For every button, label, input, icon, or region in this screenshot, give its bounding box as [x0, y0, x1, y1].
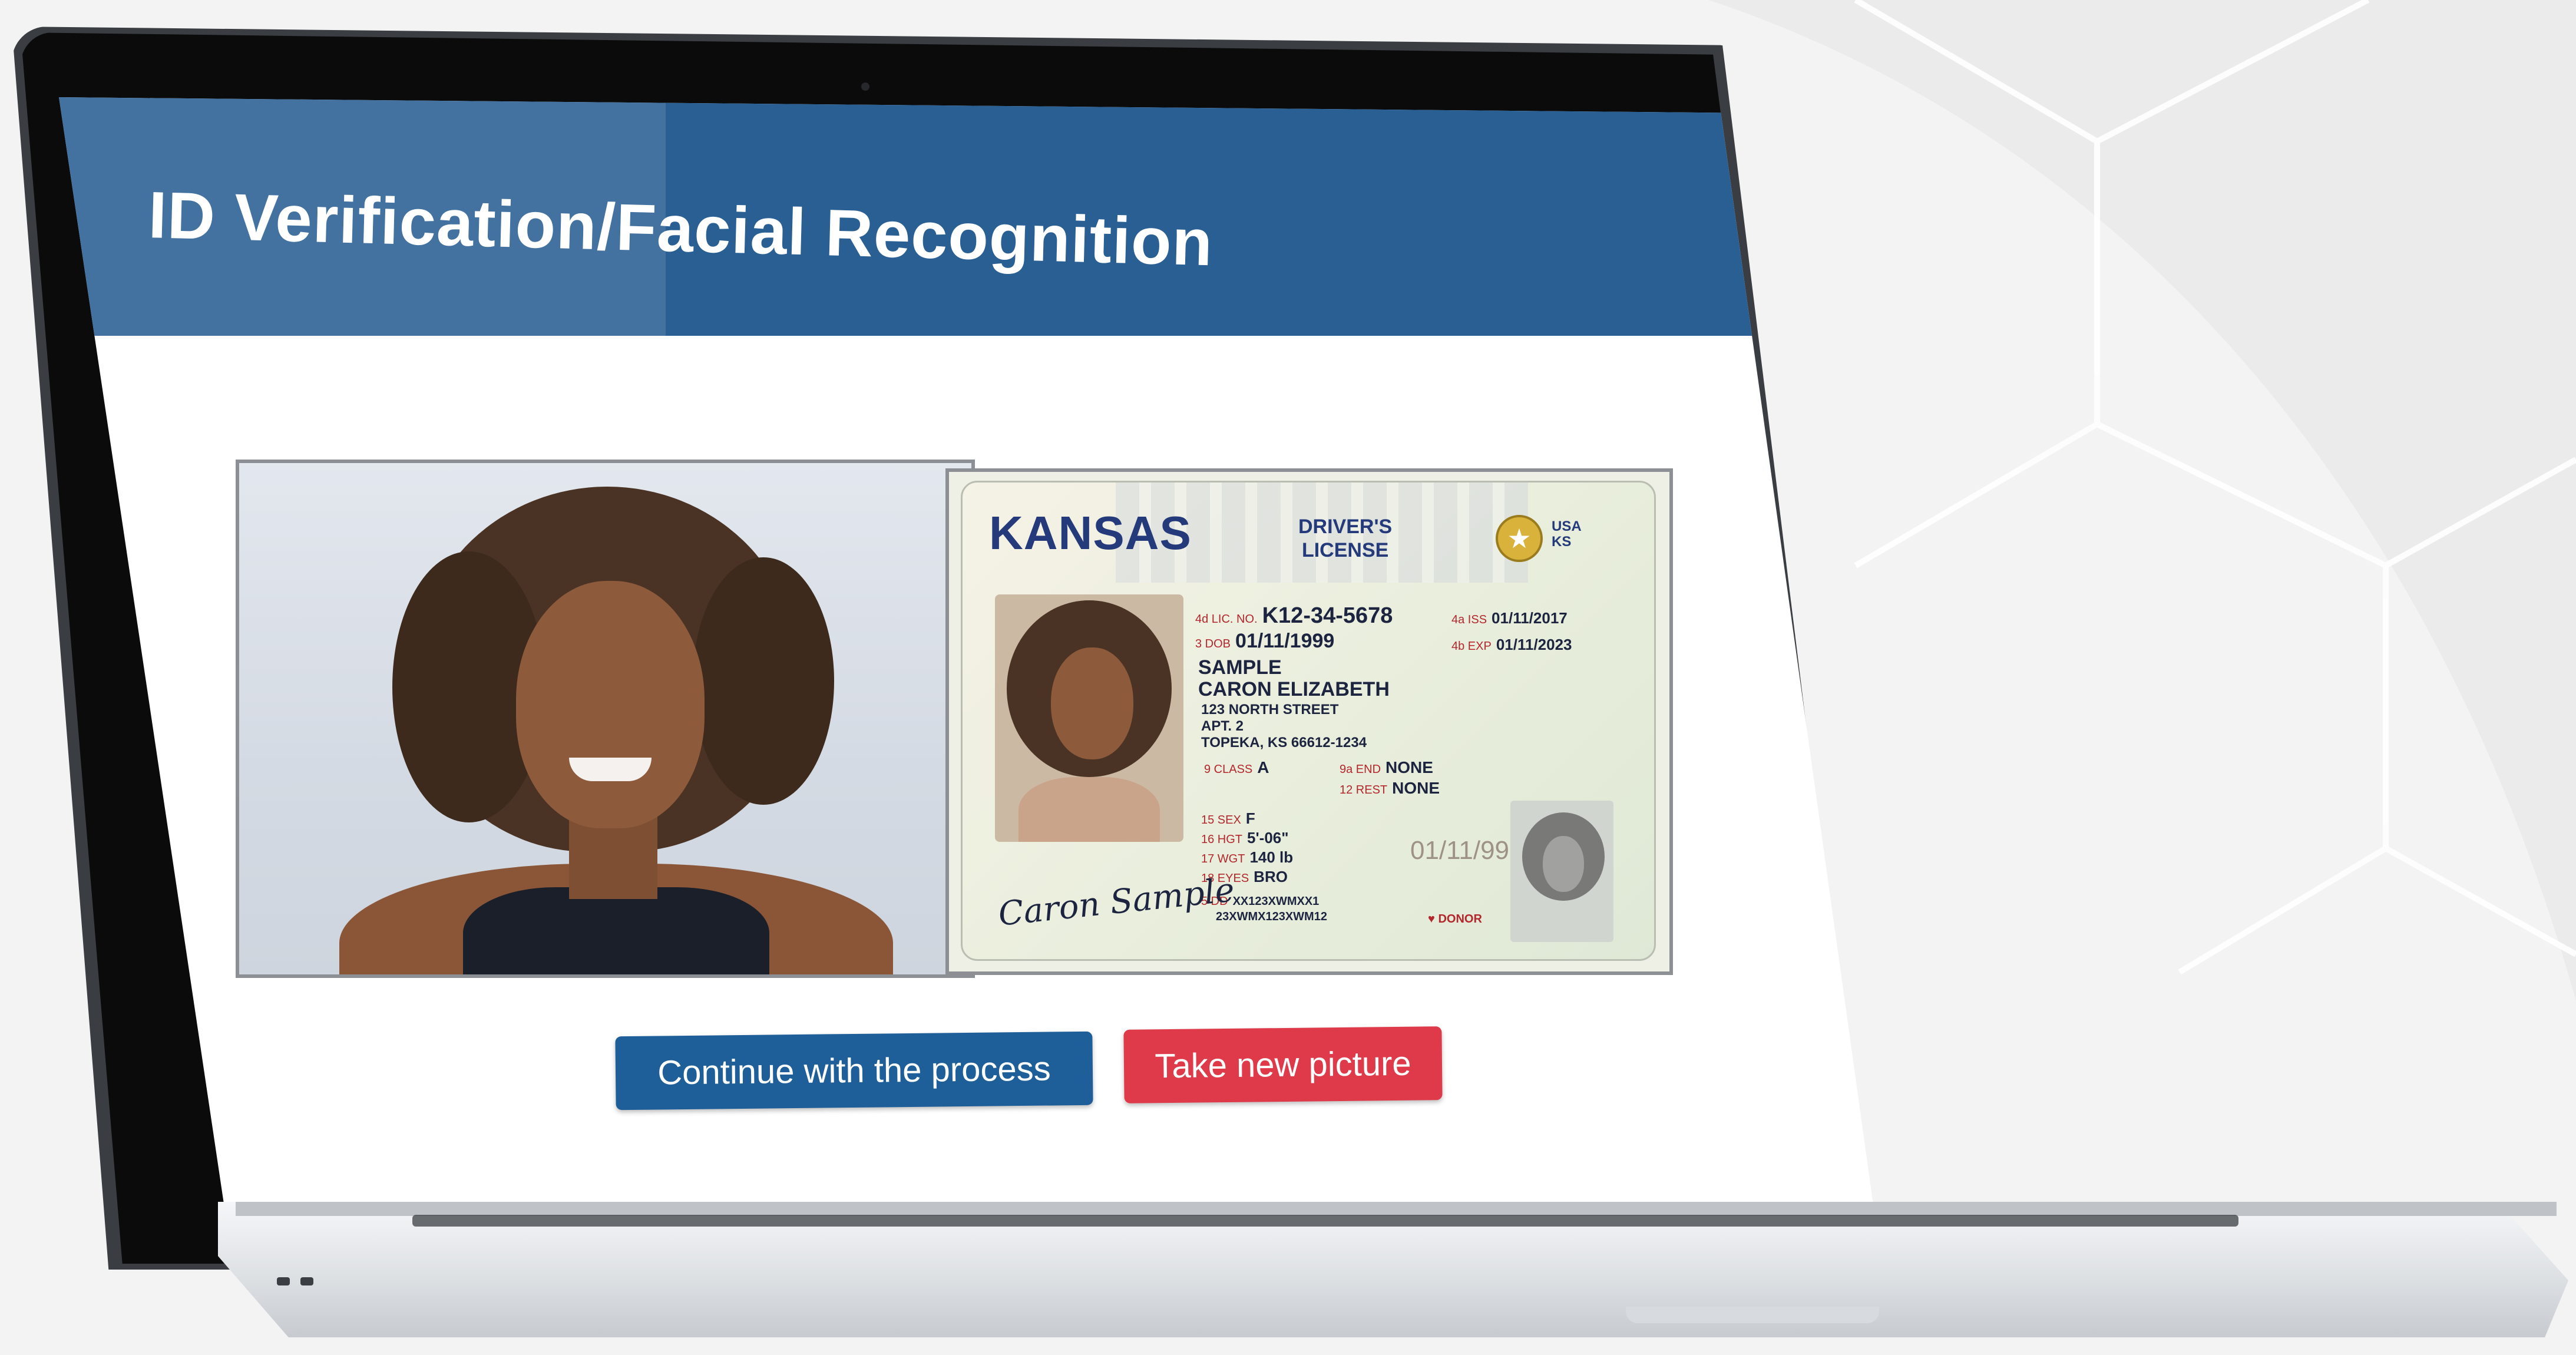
first-name-field: CARON ELIZABETH — [1198, 678, 1390, 700]
height-field: 16 HGT 5'-06" — [1201, 829, 1289, 847]
expiry-field: 4b EXP 01/11/2023 — [1451, 636, 1572, 653]
take-new-picture-button[interactable]: Take new picture — [1123, 1026, 1443, 1103]
signature: Caron Sample — [996, 871, 1236, 934]
laptop-hinge — [236, 1202, 2557, 1216]
dd-field-2: 23XWMX123XWM12 — [1216, 910, 1327, 923]
street-field: 123 NORTH STREET — [1201, 702, 1339, 718]
continue-button[interactable]: Continue with the process — [615, 1031, 1093, 1111]
license-number-field: 4d LIC. NO. K12-34-5678 — [1195, 603, 1393, 628]
weight-field: 17 WGT 140 lb — [1201, 848, 1294, 866]
laptop: ID Verification/Facial Recognition KANSA… — [0, 0, 2576, 1355]
class-field: 9 CLASS A — [1204, 758, 1269, 776]
selfie-image — [236, 460, 975, 978]
last-name-field: SAMPLE — [1198, 656, 1282, 679]
webcam-icon — [861, 82, 869, 91]
tank-top — [463, 887, 769, 974]
restriction-field: 12 REST NONE — [1340, 779, 1440, 797]
issue-date-field: 4a ISS 01/11/2017 — [1451, 609, 1568, 627]
dob-field: 3 DOB 01/11/1999 — [1195, 630, 1335, 652]
license-state: KANSAS — [989, 507, 1192, 559]
license-doc-type: DRIVER'S LICENSE — [1298, 515, 1393, 561]
donor-heart-icon: ♥ DONOR — [1428, 913, 1482, 926]
sex-field: 15 SEX F — [1201, 809, 1255, 827]
ghost-photo — [1510, 801, 1613, 942]
app-screen: ID Verification/Facial Recognition KANSA… — [59, 97, 1873, 1205]
usa-ks-mark: USA KS — [1552, 518, 1582, 550]
endorsement-field: 9a END NONE — [1340, 758, 1433, 776]
keyboard-edge — [412, 1215, 2238, 1227]
apt-field: APT. 2 — [1201, 718, 1244, 734]
usb-port-icon — [277, 1277, 290, 1285]
usb-port-icon — [300, 1277, 313, 1285]
license-photo — [995, 594, 1183, 842]
trackpad-notch — [1626, 1307, 1879, 1323]
page-header: ID Verification/Facial Recognition — [59, 97, 1873, 336]
face — [516, 581, 705, 828]
city-field: TOPEKA, KS 66612-1234 — [1201, 735, 1367, 751]
id-card-image: KANSAS DRIVER'S LICENSE ★ USA KS 4d LIC.… — [945, 468, 1673, 975]
drivers-license: KANSAS DRIVER'S LICENSE ★ USA KS 4d LIC.… — [961, 481, 1656, 961]
star-seal-icon: ★ — [1496, 515, 1543, 562]
ghost-dob: 01/11/99 — [1410, 836, 1510, 865]
